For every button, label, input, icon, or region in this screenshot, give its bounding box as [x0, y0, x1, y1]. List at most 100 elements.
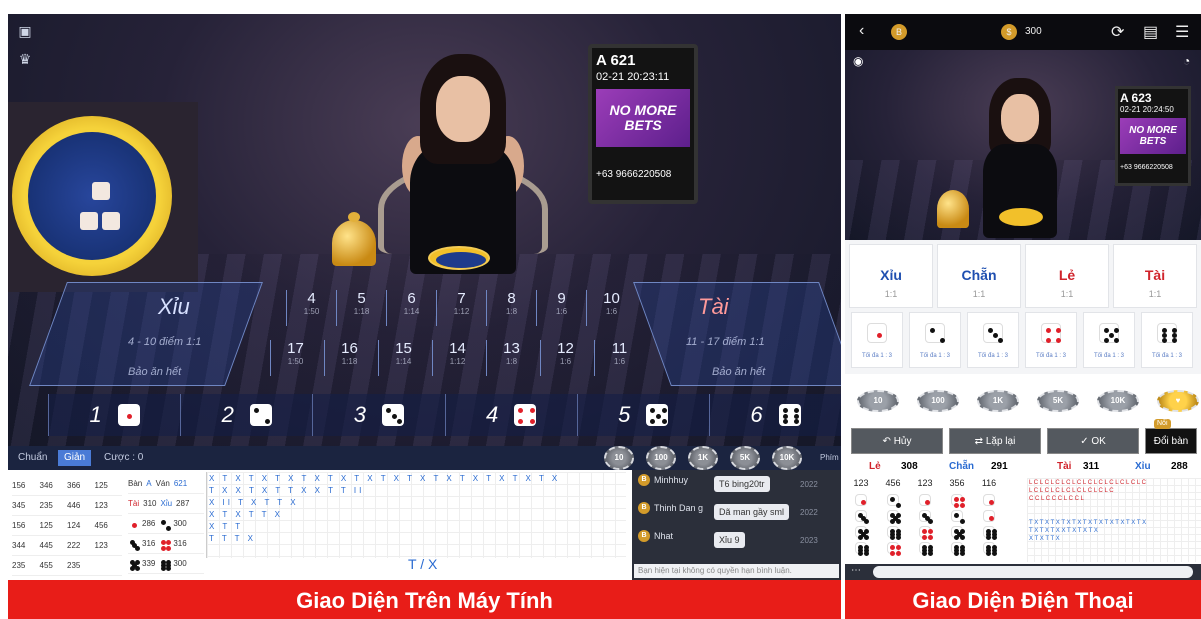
- tab-standard[interactable]: Chuẩn: [12, 450, 53, 466]
- mobile-bet-1[interactable]: Chẵn 1:1: [937, 244, 1021, 308]
- bet-single-5[interactable]: 5: [576, 394, 709, 436]
- chat-user: B Thinh Dan g: [638, 502, 712, 514]
- crown-icon[interactable]: ♛: [14, 48, 36, 70]
- bet-single-4[interactable]: 4: [444, 394, 577, 436]
- tab-simple[interactable]: Giản: [58, 450, 92, 466]
- mobile-single-4[interactable]: Tối đa 1 : 3: [1025, 312, 1077, 368]
- dice-plate: [428, 246, 490, 270]
- pip: [166, 540, 172, 546]
- pip: [864, 535, 870, 541]
- bet-total-16[interactable]: 16 1:18: [324, 340, 374, 376]
- bet-single-2[interactable]: 2: [180, 394, 313, 436]
- mobile-bet-3[interactable]: Tài 1:1: [1113, 244, 1197, 308]
- bet-total-4[interactable]: 4 1:50: [286, 290, 336, 326]
- bet-total-8[interactable]: 8 1:8: [486, 290, 536, 326]
- mobile-chip-10K[interactable]: 10K: [1097, 390, 1139, 412]
- mobile-bet-odds: 1:1: [884, 289, 898, 299]
- chip-10k[interactable]: 10K: [772, 446, 802, 470]
- history-face: [909, 526, 941, 542]
- history-cell: 156: [12, 521, 26, 530]
- dice-closeup: [8, 102, 198, 292]
- menu-icon[interactable]: ☰: [1175, 22, 1189, 42]
- pip: [650, 419, 656, 425]
- die-face-1-icon: [867, 323, 887, 343]
- chip-5k[interactable]: 5K: [730, 446, 760, 470]
- road-row: X T X T T X: [1029, 536, 1060, 542]
- switch-table-button[interactable]: Đổi bàn Nổi: [1145, 419, 1197, 454]
- mobile-bet-0[interactable]: Xỉu 1:1: [849, 244, 933, 308]
- pip: [896, 535, 902, 541]
- bet-total-12[interactable]: 12 1:6: [540, 340, 590, 376]
- die-face-6-icon: [983, 542, 998, 557]
- pip: [954, 551, 960, 557]
- pip: [925, 500, 931, 506]
- mobile-bet-odds: 1:1: [1060, 289, 1074, 299]
- bet-single-6[interactable]: 6: [708, 394, 841, 436]
- bet-single-1[interactable]: 1: [48, 394, 181, 436]
- die-face-5-icon: [887, 510, 902, 525]
- mobile-chip-10[interactable]: 10: [857, 390, 899, 412]
- desktop-controls-bar: Chuẩn Giản Cược : 0 10 100 1K 5K 10K Phí…: [8, 446, 841, 470]
- tv-icon[interactable]: ▣: [14, 20, 36, 42]
- bet-total-odds: 1:8: [505, 307, 518, 316]
- mobile-bet-odds: 1:1: [1148, 289, 1162, 299]
- chip-10[interactable]: 10: [604, 446, 634, 470]
- mobile-single-2[interactable]: Tối đa 1 : 3: [909, 312, 961, 368]
- mobile-single-3[interactable]: Tối đa 1 : 3: [967, 312, 1019, 368]
- pip: [127, 413, 133, 419]
- pip: [1172, 338, 1177, 343]
- mobile-chip-100[interactable]: 100: [917, 390, 959, 412]
- cancel-button[interactable]: ↶ Hủy: [851, 428, 943, 454]
- pip: [861, 500, 867, 506]
- user-badge-icon: B: [638, 502, 650, 514]
- pip: [1045, 327, 1051, 333]
- pip: [656, 413, 662, 419]
- bet-total-13[interactable]: 13 1:8: [486, 340, 536, 376]
- bet-total-10[interactable]: 10 1:6: [586, 290, 636, 326]
- pip: [135, 565, 140, 571]
- bet-total-15[interactable]: 15 1:14: [378, 340, 428, 376]
- back-icon[interactable]: ‹: [859, 22, 864, 40]
- bet-total-number: 4: [307, 290, 316, 307]
- bet-total-14[interactable]: 14 1:12: [432, 340, 482, 376]
- chat-year: 2022: [800, 480, 818, 489]
- pip: [858, 535, 864, 541]
- board-round-id: A 623: [1120, 91, 1152, 105]
- document-icon[interactable]: ▤: [1143, 22, 1158, 42]
- mobile-chip-5K[interactable]: 5K: [1037, 390, 1079, 412]
- mobile-chat-input[interactable]: [873, 566, 1193, 578]
- mobile-bet-2[interactable]: Lẻ 1:1: [1025, 244, 1109, 308]
- chip-1k[interactable]: 1K: [688, 446, 718, 470]
- ok-button[interactable]: ✓ OK: [1047, 428, 1139, 454]
- bet-total-9[interactable]: 9 1:6: [536, 290, 586, 326]
- mobile-chip-1K[interactable]: 1K: [977, 390, 1019, 412]
- board-time: 02-21 20:24:50: [1120, 105, 1174, 114]
- chat-input[interactable]: Bạn hiện tại không có quyền hạn bình luậ…: [634, 564, 839, 578]
- bet-total-17[interactable]: 17 1:50: [270, 340, 320, 376]
- bet-total-5[interactable]: 5 1:18: [336, 290, 386, 326]
- bet-amount: Cược : 0: [104, 452, 144, 463]
- bet-single-3[interactable]: 3: [312, 394, 445, 436]
- currency-exchange-icon[interactable]: ⟳: [1111, 22, 1124, 42]
- mobile-caption: Giao Diện Điện Thoại: [845, 580, 1201, 619]
- mobile-single-6[interactable]: Tối đa 1 : 3: [1141, 312, 1193, 368]
- repeat-button[interactable]: ⇄ Lặp lại: [949, 428, 1041, 454]
- mobile-chip-gold-icon[interactable]: ♥: [1157, 390, 1199, 412]
- mobile-single-5[interactable]: Tối đa 1 : 3: [1083, 312, 1135, 368]
- bet-total-number: 13: [503, 340, 520, 357]
- die-face-1-icon: [919, 494, 931, 506]
- chip-100[interactable]: 100: [646, 446, 676, 470]
- pip: [1172, 327, 1177, 333]
- bet-total-7[interactable]: 7 1:12: [436, 290, 486, 326]
- record-icon[interactable]: ◉: [853, 54, 863, 68]
- pip: [132, 522, 138, 528]
- chat-icon[interactable]: ⋯: [851, 565, 861, 576]
- bet-total-11[interactable]: 11 1:6: [594, 340, 644, 376]
- pip: [922, 535, 928, 541]
- bet-total-6[interactable]: 6 1:14: [386, 290, 436, 326]
- die: [102, 212, 120, 230]
- die-face-6-icon: [778, 404, 801, 426]
- mobile-single-1[interactable]: Tối đa 1 : 3: [851, 312, 903, 368]
- more-chips-button[interactable]: Phím: [814, 450, 841, 466]
- bet-small-title: Xỉu: [158, 294, 190, 319]
